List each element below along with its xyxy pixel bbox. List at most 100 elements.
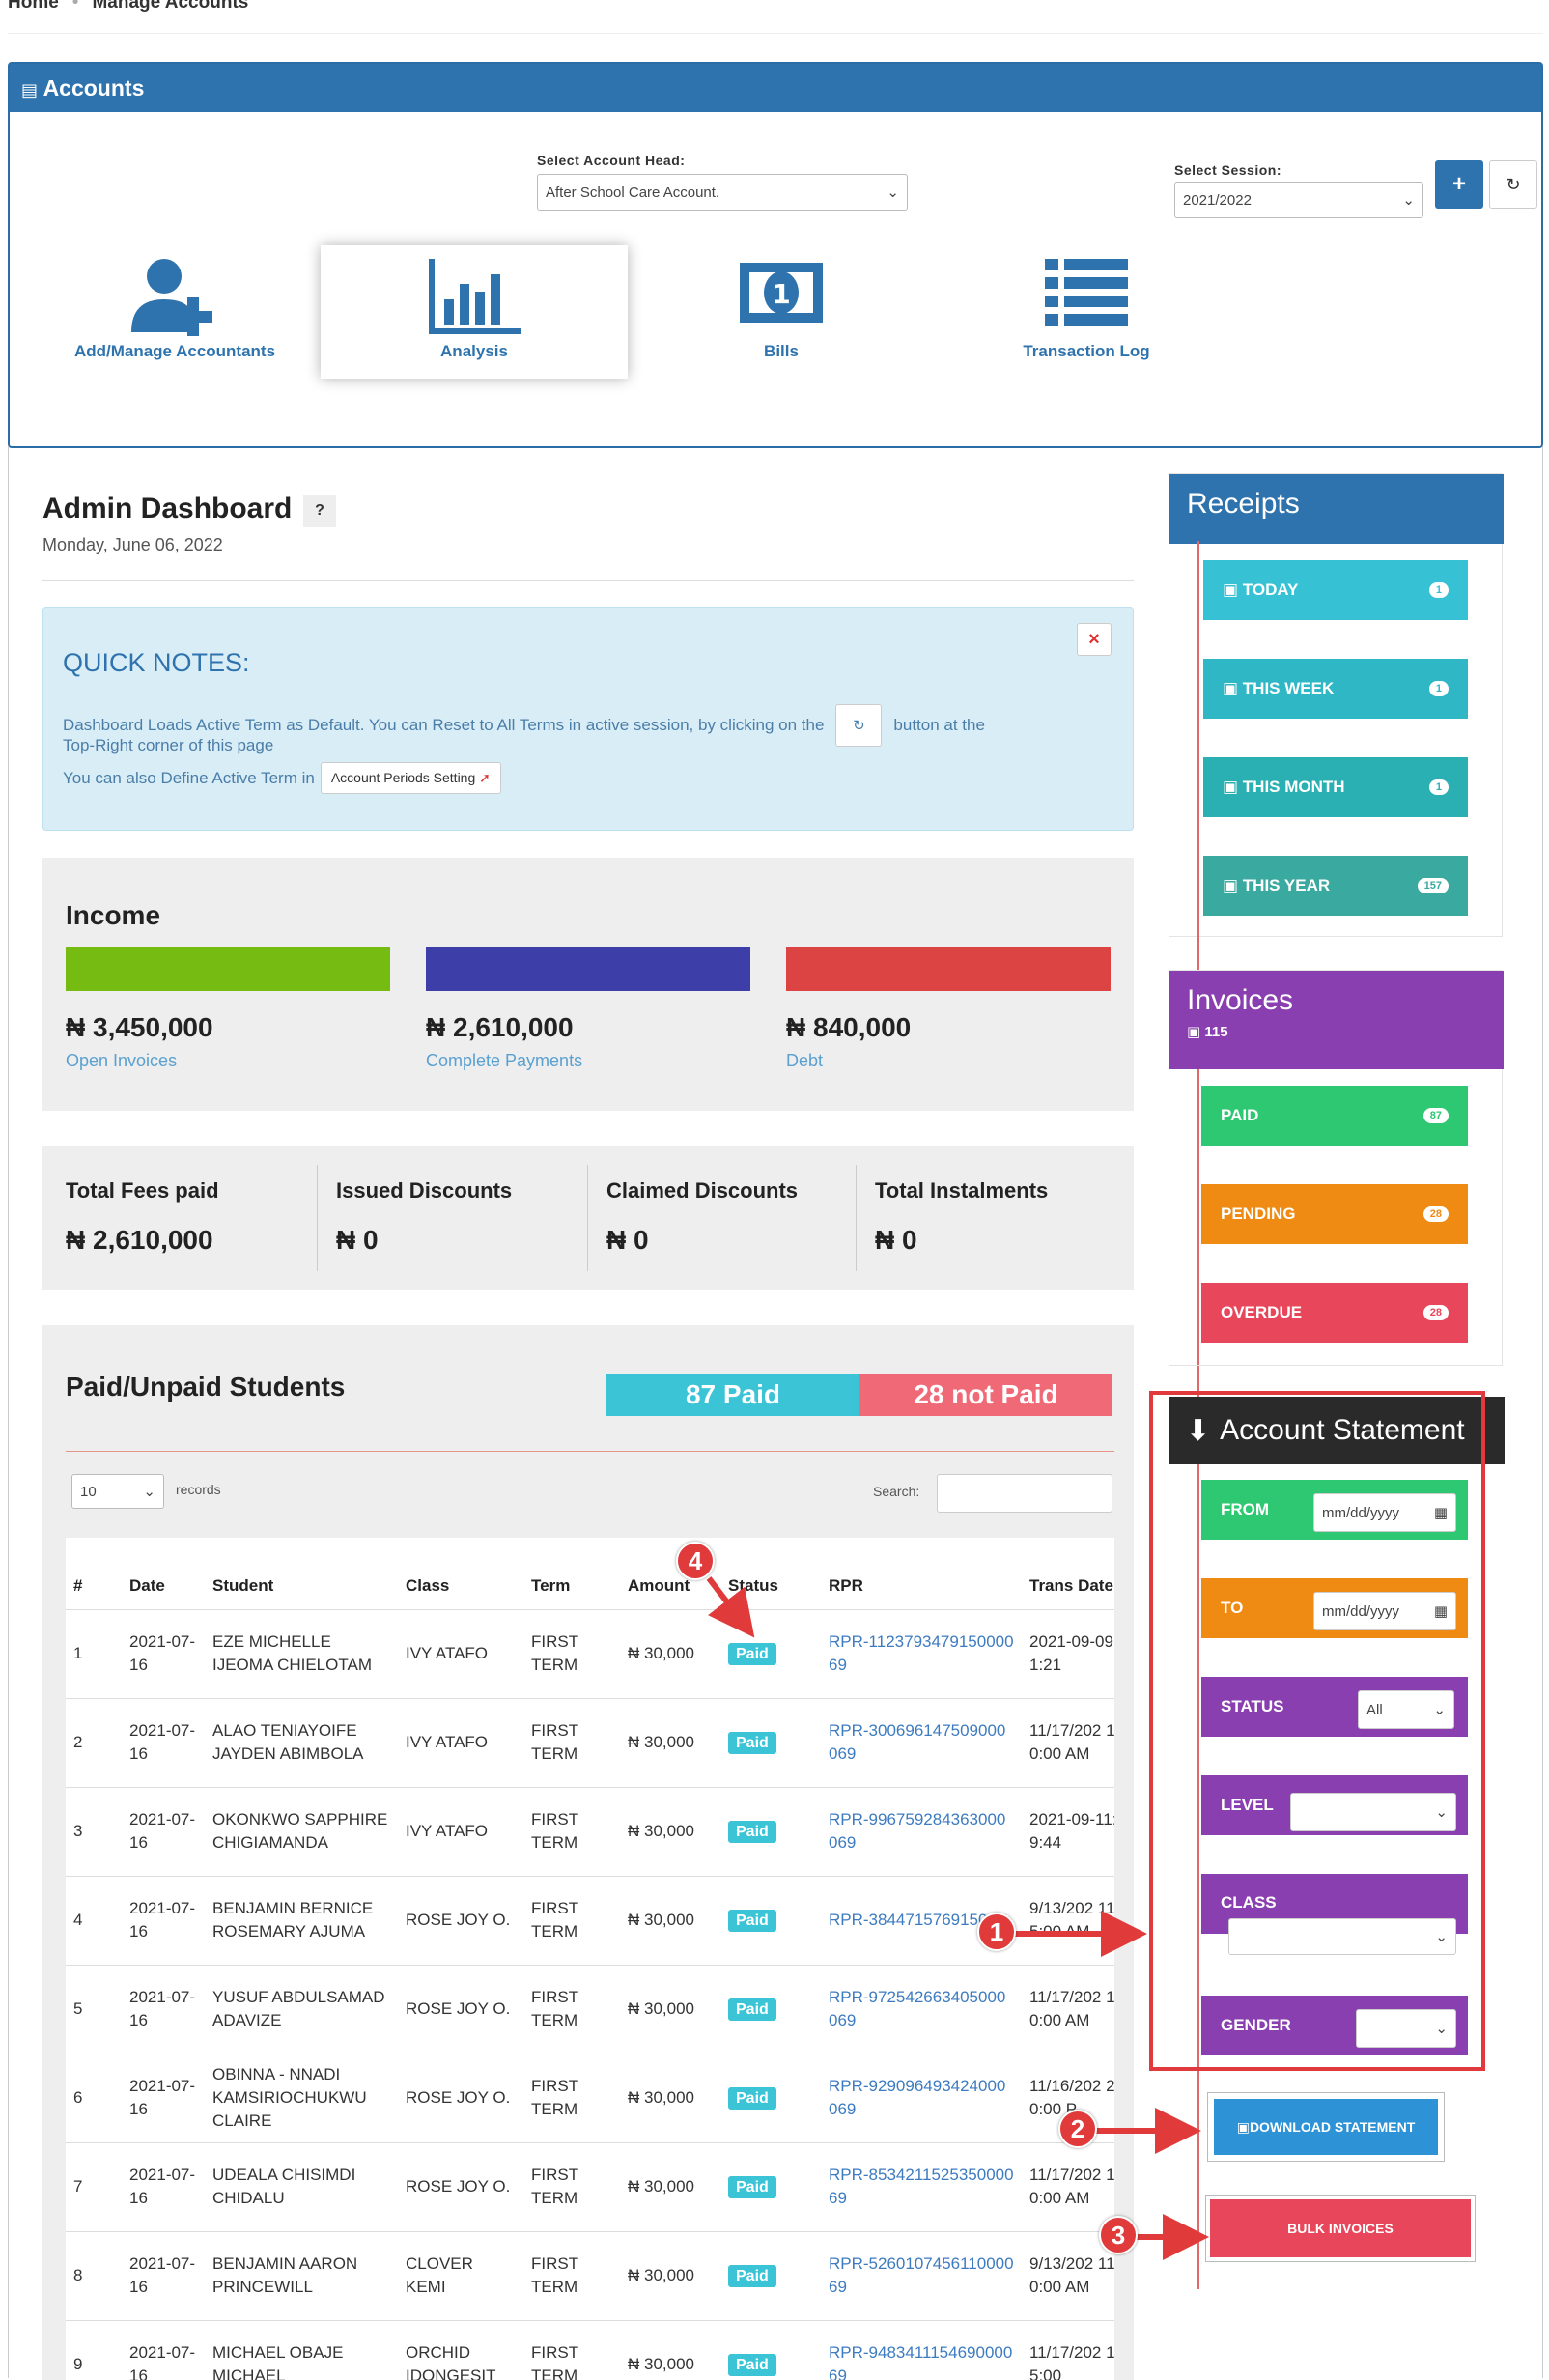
tile-bills[interactable]: 1 Bills [628, 245, 935, 379]
invoice-button-0[interactable]: PAID 87 [1201, 1086, 1468, 1146]
row-rpr-text[interactable]: RPR-929096493424000069 [829, 2077, 1005, 2118]
chevron-down-icon: ⌄ [1435, 2021, 1448, 2037]
file-icon: ▣ [1236, 2118, 1250, 2135]
invoice-button-1[interactable]: PENDING 28 [1201, 1184, 1468, 1244]
gender-select[interactable]: ⌄ [1356, 2009, 1456, 2048]
row-rpr-text[interactable]: RPR-300696147509000069 [829, 1721, 1005, 1763]
column-header[interactable]: Date [122, 1538, 205, 1610]
table-row[interactable]: 9 2021-07-16 MICHAEL OBAJE MICHAEL ORCHID I… [66, 2320, 1114, 2380]
receipt-button-3[interactable]: ▣ THIS YEAR 157 [1203, 856, 1468, 916]
row-rpr-text[interactable]: RPR-112379347915000069 [829, 1632, 1014, 1674]
breadcrumb-home[interactable]: Home [8, 0, 59, 14]
download-statement-button[interactable]: ▣ DOWNLOAD STATEMENT [1214, 2099, 1438, 2155]
statement-title: Account Statement [1220, 1414, 1465, 1446]
download-statement-wrap: ▣ DOWNLOAD STATEMENT [1207, 2092, 1445, 2162]
status-select[interactable]: All ⌄ [1358, 1690, 1454, 1729]
breadcrumb: Home • Manage Accounts [8, 0, 248, 14]
row-rpr-text[interactable]: RPR-948341115469000069 [829, 2343, 1012, 2380]
row-trans-date: 2021-09-09:01:21 [1022, 1609, 1114, 1699]
row-status: Paid [720, 2320, 821, 2380]
receipt-button-1[interactable]: ▣ THIS WEEK 1 [1203, 659, 1468, 719]
table-row[interactable]: 4 2021-07-16 BENJAMIN BERNICE ROSEMARY AJU… [66, 1876, 1114, 1966]
table-row[interactable]: 8 2021-07-16 BENJAMIN AARON PRINCEWILL CLOV… [66, 2231, 1114, 2321]
from-date-input[interactable]: mm/dd/yyyy ▦ [1313, 1493, 1456, 1532]
stats-section: Total Fees paid ₦ 2,610,000 Issued Disco… [42, 1146, 1134, 1290]
stat-label: Claimed Discounts [606, 1178, 799, 1203]
column-header[interactable]: RPR [821, 1538, 1022, 1610]
receipt-badge: 1 [1428, 681, 1449, 696]
row-rpr-text[interactable]: RPR-526010745611000069 [829, 2254, 1014, 2296]
row-date: 2021-07-16 [122, 2054, 205, 2143]
tile-add-manage-accountants[interactable]: Add/Manage Accountants [21, 245, 328, 379]
chevron-down-icon: ⌄ [143, 1484, 155, 1500]
divider [42, 580, 1134, 581]
column-header[interactable]: # [66, 1538, 122, 1610]
row-rpr-text[interactable]: RPR-972542663405000069 [829, 1988, 1005, 2029]
close-button[interactable]: × [1077, 623, 1112, 656]
income-open-label[interactable]: Open Invoices [66, 1051, 177, 1071]
row-date: 2021-07-16 [122, 1698, 205, 1788]
table-row[interactable]: 5 2021-07-16 YUSUF ABDULSAMAD ADAVIZE ROSE … [66, 1965, 1114, 2054]
income-debt-label[interactable]: Debt [786, 1051, 823, 1071]
row-number-text: 9 [73, 2355, 83, 2373]
invoice-label: PENDING [1221, 1204, 1296, 1223]
row-student-text: OBINNA - NNADI KAMSIRIOCHUKWU CLAIRE [212, 2065, 367, 2130]
download-icon: ⬇ [1186, 1414, 1211, 1447]
row-number: 9 [66, 2320, 122, 2380]
divider [587, 1165, 588, 1271]
row-trans-date: 9/13/202 11:05:00 AM [1022, 1876, 1114, 1966]
row-rpr: RPR-300696147509000069 [821, 1698, 1022, 1788]
stat-value: ₦ 2,610,000 [66, 1225, 213, 1255]
search-input[interactable] [937, 1474, 1112, 1513]
row-status: Paid [720, 1965, 821, 2054]
receipt-button-2[interactable]: ▣ THIS MONTH 1 [1203, 757, 1468, 817]
column-header[interactable]: Status [720, 1538, 821, 1610]
row-amount: ₦ 30,000 [620, 2054, 720, 2143]
column-header[interactable]: Class [398, 1538, 523, 1610]
account-head-select[interactable]: After School Care Account. ⌄ [537, 174, 908, 211]
class-select[interactable]: ⌄ [1228, 1918, 1456, 1955]
row-rpr-text[interactable]: RPR-996759284363000069 [829, 1810, 1005, 1852]
invoice-label: OVERDUE [1221, 1303, 1303, 1321]
records-select[interactable]: 10 ⌄ [71, 1474, 164, 1509]
refresh-button[interactable]: ↻ [1489, 160, 1537, 209]
help-button[interactable]: ? [303, 495, 336, 527]
to-date-input[interactable]: mm/dd/yyyy ▦ [1313, 1592, 1456, 1630]
row-status-text: Paid [728, 1642, 776, 1665]
divider [317, 1165, 318, 1271]
table-row[interactable]: 1 2021-07-16 EZE MICHELLE IJEOMA CHIELOTAM… [66, 1609, 1114, 1699]
notes-line2: Top-Right corner of this page [63, 736, 274, 754]
column-header[interactable]: Term [523, 1538, 620, 1610]
students-section: Paid/Unpaid Students 87 Paid 28 not Paid… [42, 1325, 1134, 2380]
income-complete-label[interactable]: Complete Payments [426, 1051, 582, 1071]
row-class: ROSE JOY O. [398, 2054, 523, 2143]
add-button[interactable]: + [1435, 160, 1483, 209]
row-rpr-text[interactable]: RPR-853421152535000069 [829, 2166, 1014, 2207]
row-number: 6 [66, 2054, 122, 2143]
column-header[interactable]: Student [205, 1538, 398, 1610]
notes-title: QUICK NOTES: [63, 648, 250, 677]
table-row[interactable]: 7 2021-07-16 UDEALA CHISIMDI CHIDALU ROSE J… [66, 2142, 1114, 2232]
invoice-button-2[interactable]: OVERDUE 28 [1201, 1283, 1468, 1343]
bulk-invoices-button[interactable]: BULK INVOICES [1210, 2199, 1471, 2257]
tile-analysis[interactable]: Analysis [321, 245, 628, 379]
file-icon: ▣ [1223, 581, 1243, 599]
table-row[interactable]: 3 2021-07-16 OKONKWO SAPPHIRE CHIGIAMANDA I… [66, 1787, 1114, 1877]
receipt-button-0[interactable]: ▣ TODAY 1 [1203, 560, 1468, 620]
table-row[interactable]: 2 2021-07-16 ALAO TENIAYOIFE JAYDEN ABIMBO… [66, 1698, 1114, 1788]
file-icon: ▣ [1223, 778, 1243, 796]
row-number-text: 6 [73, 2088, 83, 2107]
session-select[interactable]: 2021/2022 ⌄ [1174, 182, 1423, 218]
row-status: Paid [720, 2054, 821, 2143]
tile-transaction-log[interactable]: Transaction Log [933, 245, 1240, 379]
table-row[interactable]: 6 2021-07-16 OBINNA - NNADI KAMSIRIOCHUKWU… [66, 2054, 1114, 2143]
receipts-title: Receipts [1169, 474, 1504, 544]
row-trans-date-text: 9/13/202 11:10:00 AM [1029, 2254, 1114, 2296]
level-select[interactable]: ⌄ [1290, 1793, 1456, 1831]
column-header[interactable]: Trans Date [1022, 1538, 1114, 1610]
bar-chart-icon [429, 259, 521, 334]
account-periods-setting-button[interactable]: Account Periods Setting ➚ [320, 762, 501, 794]
refresh-icon[interactable]: ↻ [835, 704, 883, 747]
row-number: 8 [66, 2231, 122, 2321]
row-class-text: IVY ATAFO [406, 1733, 489, 1751]
